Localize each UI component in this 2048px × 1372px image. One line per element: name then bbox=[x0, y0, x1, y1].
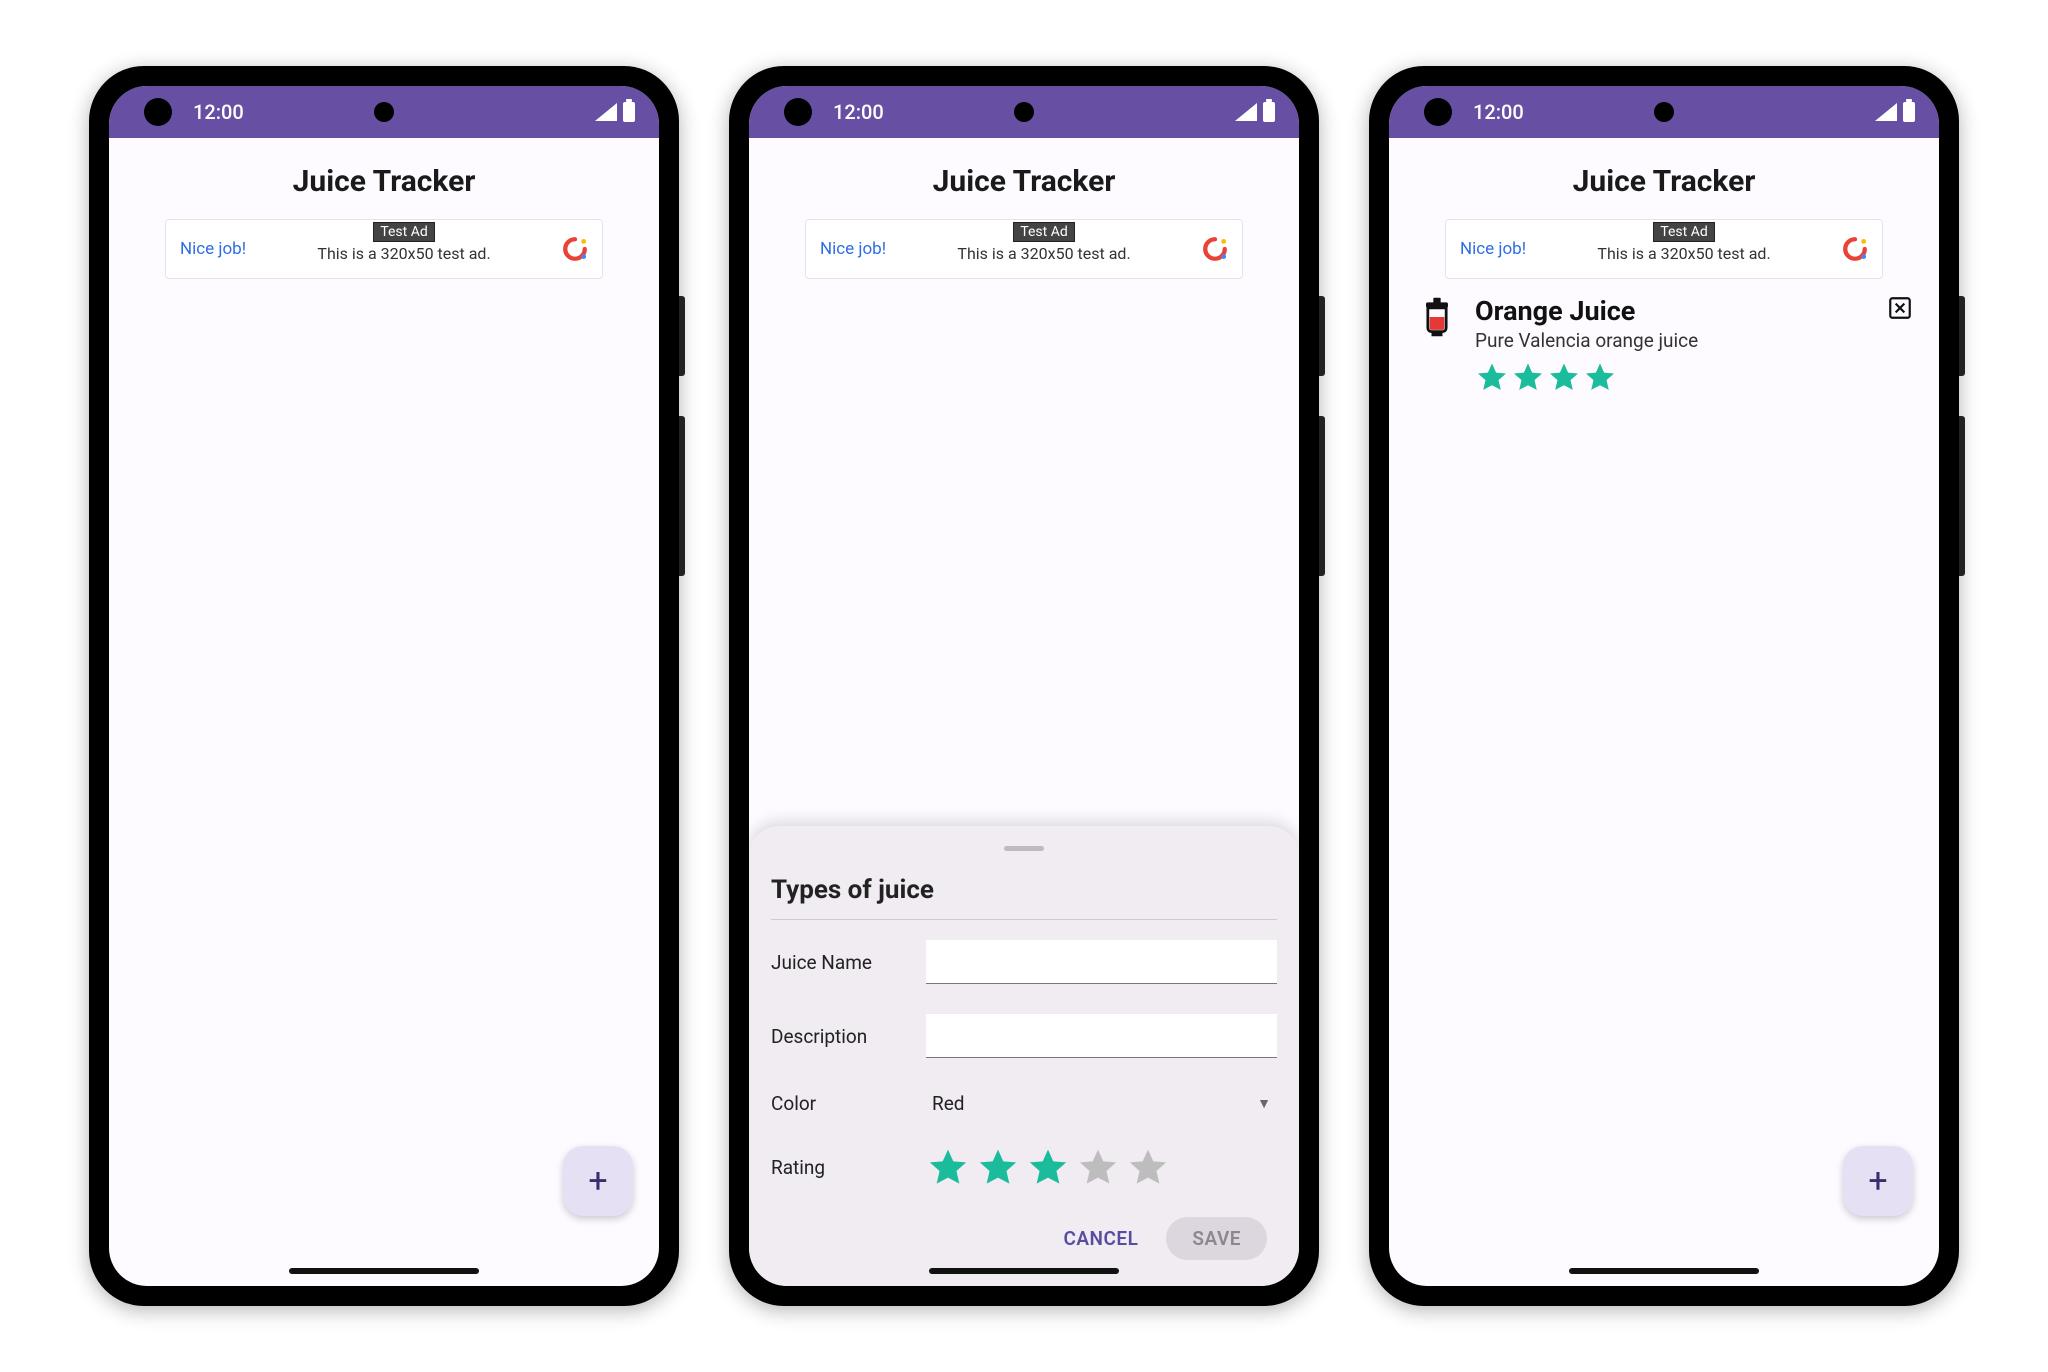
clock-text: 12:00 bbox=[1473, 100, 1524, 124]
battery-icon bbox=[1903, 102, 1915, 122]
rating-stars-input[interactable] bbox=[926, 1145, 1170, 1189]
star-icon[interactable] bbox=[976, 1145, 1020, 1189]
description-input[interactable] bbox=[926, 1014, 1277, 1058]
ad-cta: Nice job! bbox=[820, 239, 886, 259]
camera-cutout-center bbox=[1654, 102, 1674, 122]
admob-icon bbox=[562, 236, 588, 262]
ad-banner[interactable]: Nice job! Test Ad This is a 320x50 test … bbox=[165, 219, 603, 279]
camera-cutout-center bbox=[1014, 102, 1034, 122]
ad-cta: Nice job! bbox=[180, 239, 246, 259]
color-dropdown-value: Red bbox=[932, 1092, 965, 1115]
admob-icon bbox=[1202, 236, 1228, 262]
juice-list-item[interactable]: Orange Juice Pure Valencia orange juice bbox=[1389, 279, 1939, 410]
ad-text: This is a 320x50 test ad. bbox=[317, 244, 490, 263]
clock-text: 12:00 bbox=[193, 100, 244, 124]
rating-label: Rating bbox=[771, 1156, 926, 1179]
battery-icon bbox=[623, 102, 635, 122]
status-bar: 12:00 bbox=[109, 86, 659, 138]
page-title: Juice Tracker bbox=[109, 138, 659, 219]
signal-icon bbox=[1875, 103, 1897, 121]
camera-cutout-left bbox=[1424, 98, 1452, 126]
page-title: Juice Tracker bbox=[1389, 138, 1939, 219]
juice-item-rating bbox=[1475, 360, 1871, 394]
battery-icon bbox=[1263, 102, 1275, 122]
page-title: Juice Tracker bbox=[749, 138, 1299, 219]
ad-banner[interactable]: Nice job! Test Ad This is a 320x50 test … bbox=[805, 219, 1243, 279]
star-icon bbox=[1475, 360, 1509, 394]
star-icon[interactable] bbox=[1026, 1145, 1070, 1189]
plus-icon: + bbox=[588, 1161, 607, 1201]
ad-banner[interactable]: Nice job! Test Ad This is a 320x50 test … bbox=[1445, 219, 1883, 279]
juice-name-input[interactable] bbox=[926, 940, 1277, 984]
sheet-drag-handle[interactable] bbox=[1004, 846, 1044, 851]
phone-empty: 12:00 Juice Tracker Nice job! Test Ad Th… bbox=[89, 66, 679, 1306]
juice-item-description: Pure Valencia orange juice bbox=[1475, 329, 1871, 352]
color-dropdown[interactable]: Red ▼ bbox=[926, 1088, 1277, 1119]
status-bar: 12:00 bbox=[1389, 86, 1939, 138]
star-icon bbox=[1511, 360, 1545, 394]
add-juice-fab[interactable]: + bbox=[1843, 1146, 1913, 1216]
star-icon[interactable] bbox=[1126, 1145, 1170, 1189]
ad-text: This is a 320x50 test ad. bbox=[1597, 244, 1770, 263]
navigation-bar-handle[interactable] bbox=[929, 1268, 1119, 1274]
phone-list: 12:00 Juice Tracker Nice job! Test Ad Th… bbox=[1369, 66, 1959, 1306]
star-icon[interactable] bbox=[926, 1145, 970, 1189]
status-bar: 12:00 bbox=[749, 86, 1299, 138]
add-juice-fab[interactable]: + bbox=[563, 1146, 633, 1216]
admob-icon bbox=[1842, 236, 1868, 262]
sheet-title: Types of juice bbox=[771, 875, 1277, 920]
ad-badge: Test Ad bbox=[1653, 222, 1714, 242]
delete-button[interactable] bbox=[1887, 295, 1913, 321]
cancel-button[interactable]: CANCEL bbox=[1063, 1227, 1138, 1250]
navigation-bar-handle[interactable] bbox=[1569, 1268, 1759, 1274]
signal-icon bbox=[595, 103, 617, 121]
description-label: Description bbox=[771, 1025, 926, 1048]
camera-cutout-left bbox=[784, 98, 812, 126]
ad-badge: Test Ad bbox=[373, 222, 434, 242]
plus-icon: + bbox=[1868, 1161, 1887, 1201]
add-juice-sheet: Types of juice Juice Name Description Co… bbox=[749, 826, 1299, 1286]
color-label: Color bbox=[771, 1092, 926, 1115]
ad-text: This is a 320x50 test ad. bbox=[957, 244, 1130, 263]
ad-badge: Test Ad bbox=[1013, 222, 1074, 242]
star-icon[interactable] bbox=[1076, 1145, 1120, 1189]
juice-name-label: Juice Name bbox=[771, 951, 926, 974]
camera-cutout-center bbox=[374, 102, 394, 122]
juice-item-name: Orange Juice bbox=[1475, 295, 1871, 327]
ad-cta: Nice job! bbox=[1460, 239, 1526, 259]
chevron-down-icon: ▼ bbox=[1257, 1095, 1271, 1112]
juice-icon bbox=[1415, 295, 1459, 343]
star-icon bbox=[1583, 360, 1617, 394]
signal-icon bbox=[1235, 103, 1257, 121]
clock-text: 12:00 bbox=[833, 100, 884, 124]
navigation-bar-handle[interactable] bbox=[289, 1268, 479, 1274]
phone-form: 12:00 Juice Tracker Nice job! Test Ad Th… bbox=[729, 66, 1319, 1306]
camera-cutout-left bbox=[144, 98, 172, 126]
star-icon bbox=[1547, 360, 1581, 394]
save-button[interactable]: SAVE bbox=[1166, 1217, 1267, 1260]
